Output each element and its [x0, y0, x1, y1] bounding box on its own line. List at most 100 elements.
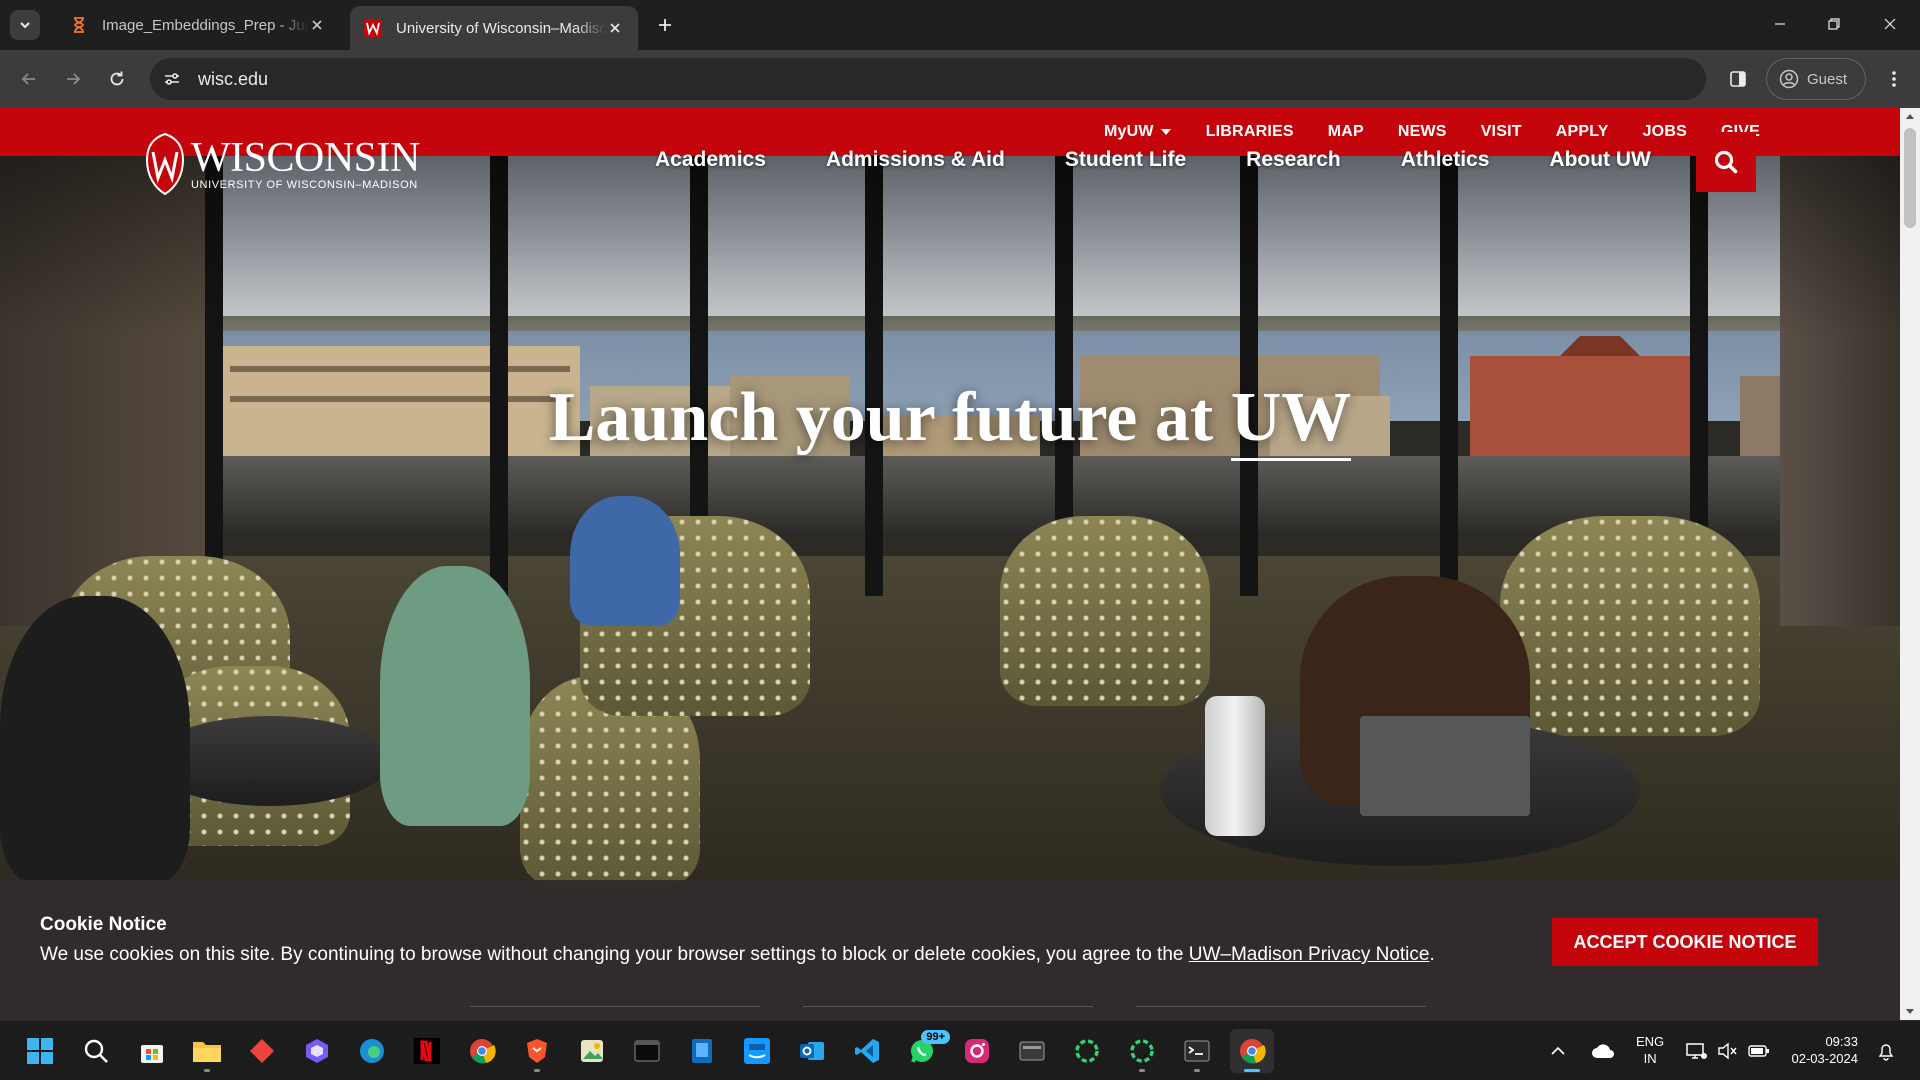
laptop: [1360, 716, 1530, 816]
taskbar-netflix[interactable]: [405, 1029, 449, 1073]
tab-title: Image_Embeddings_Prep - Jupyter: [102, 16, 308, 34]
minimize-icon: [1774, 18, 1786, 30]
address-bar[interactable]: wisc.edu: [150, 58, 1706, 100]
outlook-icon: [798, 1037, 826, 1065]
nav-student-life[interactable]: Student Life: [1065, 148, 1186, 172]
utility-link-jobs[interactable]: JOBS: [1643, 123, 1687, 141]
taskbar-brave[interactable]: [515, 1029, 559, 1073]
uw-crest-icon: [145, 132, 185, 196]
main-navigation: Academics Admissions & Aid Student Life …: [655, 148, 1651, 172]
spinner-green-icon: [1073, 1037, 1101, 1065]
browser-tab-strip: Image_Embeddings_Prep - Jupyter Universi…: [0, 0, 1920, 50]
back-button[interactable]: [14, 64, 44, 94]
taskbar-blue-app[interactable]: [680, 1029, 724, 1073]
close-icon[interactable]: [308, 16, 326, 34]
arrow-right-icon: [64, 70, 82, 88]
site-search-button[interactable]: [1696, 132, 1756, 192]
tray-volume[interactable]: [1712, 1029, 1742, 1073]
utility-link-news[interactable]: NEWS: [1398, 123, 1447, 141]
hero-image: [0, 156, 1900, 886]
nav-academics[interactable]: Academics: [655, 148, 766, 172]
minimize-button[interactable]: [1752, 0, 1808, 48]
nav-about-uw[interactable]: About UW: [1549, 148, 1650, 172]
cookie-text: We use cookies on this site. By continui…: [40, 944, 1435, 965]
tab-uw-madison[interactable]: University of Wisconsin–Madison: [350, 6, 638, 50]
tray-onedrive[interactable]: [1585, 1029, 1621, 1073]
language-indicator[interactable]: ENG IN: [1636, 1033, 1664, 1067]
tab-search-button[interactable]: [10, 10, 40, 40]
taskbar-chrome[interactable]: [460, 1029, 504, 1073]
caret-down-icon: [1160, 128, 1172, 136]
taskbar-window-app[interactable]: [1010, 1029, 1054, 1073]
scroll-down-icon[interactable]: [1905, 1008, 1915, 1016]
uw-logo[interactable]: WISCONSIN UNIVERSITY OF WISCONSIN–MADISO…: [145, 132, 420, 196]
hero-headline: Launch your future at UW: [0, 378, 1900, 461]
profile-button[interactable]: Guest: [1766, 58, 1866, 100]
close-icon[interactable]: [606, 19, 624, 37]
utility-link-map[interactable]: MAP: [1328, 123, 1364, 141]
browser-toolbar: wisc.edu Guest: [0, 50, 1920, 108]
chevron-up-icon: [1550, 1046, 1566, 1056]
side-panel-button[interactable]: [1724, 65, 1752, 93]
nav-athletics[interactable]: Athletics: [1401, 148, 1490, 172]
restore-icon: [1828, 18, 1840, 30]
taskbar-instagram[interactable]: [955, 1029, 999, 1073]
site-settings-icon[interactable]: [156, 63, 188, 95]
privacy-notice-link[interactable]: UW–Madison Privacy Notice: [1189, 944, 1430, 965]
taskbar-whatsapp[interactable]: 99+: [900, 1029, 950, 1073]
scroll-up-icon[interactable]: [1905, 112, 1915, 120]
hero-uw-link[interactable]: UW: [1230, 379, 1352, 461]
console-icon: [1183, 1037, 1211, 1065]
close-window-button[interactable]: [1862, 0, 1918, 48]
copilot-icon: [303, 1037, 331, 1065]
nav-research[interactable]: Research: [1246, 148, 1341, 172]
forward-button[interactable]: [58, 64, 88, 94]
network-icon: [1686, 1042, 1708, 1060]
page-scrollbar[interactable]: [1900, 108, 1920, 1020]
restore-button[interactable]: [1806, 0, 1862, 48]
taskbar-spinner-app-2[interactable]: [1120, 1029, 1164, 1073]
taskbar-chrome-active[interactable]: [1230, 1029, 1274, 1073]
user-icon: [1779, 69, 1799, 89]
cookie-title: Cookie Notice: [40, 914, 167, 935]
url-text: wisc.edu: [198, 68, 269, 89]
tray-battery[interactable]: [1742, 1029, 1776, 1073]
accept-cookie-button[interactable]: ACCEPT COOKIE NOTICE: [1552, 918, 1818, 966]
utility-link-libraries[interactable]: LIBRARIES: [1206, 123, 1294, 141]
utility-link-myuw[interactable]: MyUW: [1104, 123, 1172, 141]
nav-admissions-aid[interactable]: Admissions & Aid: [826, 148, 1005, 172]
taskbar-console[interactable]: [1175, 1029, 1219, 1073]
spinner-green-2-icon: [1128, 1037, 1156, 1065]
system-clock[interactable]: 09:33 02-03-2024: [1786, 1033, 1859, 1067]
browser-menu-button[interactable]: [1880, 65, 1908, 93]
new-tab-button[interactable]: [652, 12, 678, 38]
tray-overflow-button[interactable]: [1540, 1029, 1576, 1073]
cloud-icon: [1591, 1043, 1615, 1059]
tab-jupyter[interactable]: Image_Embeddings_Prep - Jupyter: [56, 6, 340, 44]
scrollbar-thumb[interactable]: [1904, 128, 1916, 228]
taskbar-outlook[interactable]: [790, 1029, 834, 1073]
utility-link-apply[interactable]: APPLY: [1556, 123, 1609, 141]
taskbar-microsoft-store[interactable]: [130, 1029, 174, 1073]
taskbar-copilot[interactable]: [295, 1029, 339, 1073]
notifications-button[interactable]: [1868, 1029, 1904, 1073]
taskbar-prime-video[interactable]: [735, 1029, 779, 1073]
windows-start-icon: [26, 1037, 54, 1065]
taskbar-vscode[interactable]: [845, 1029, 889, 1073]
reload-button[interactable]: [102, 64, 132, 94]
taskbar-photos[interactable]: [570, 1029, 614, 1073]
taskbar-anydesk[interactable]: [240, 1029, 284, 1073]
start-button[interactable]: [18, 1029, 62, 1073]
utility-link-visit[interactable]: VISIT: [1481, 123, 1522, 141]
instagram-icon: [963, 1037, 991, 1065]
taskbar-terminal[interactable]: [625, 1029, 669, 1073]
taskbar-edge[interactable]: [350, 1029, 394, 1073]
profile-label: Guest: [1807, 70, 1848, 88]
tray-network[interactable]: [1680, 1029, 1714, 1073]
chrome-active-icon: [1238, 1037, 1266, 1065]
window-icon: [1018, 1037, 1046, 1065]
chevron-down-icon: [18, 18, 32, 32]
taskbar-search[interactable]: [74, 1029, 118, 1073]
taskbar-file-explorer[interactable]: [185, 1029, 229, 1073]
taskbar-spinner-app[interactable]: [1065, 1029, 1109, 1073]
